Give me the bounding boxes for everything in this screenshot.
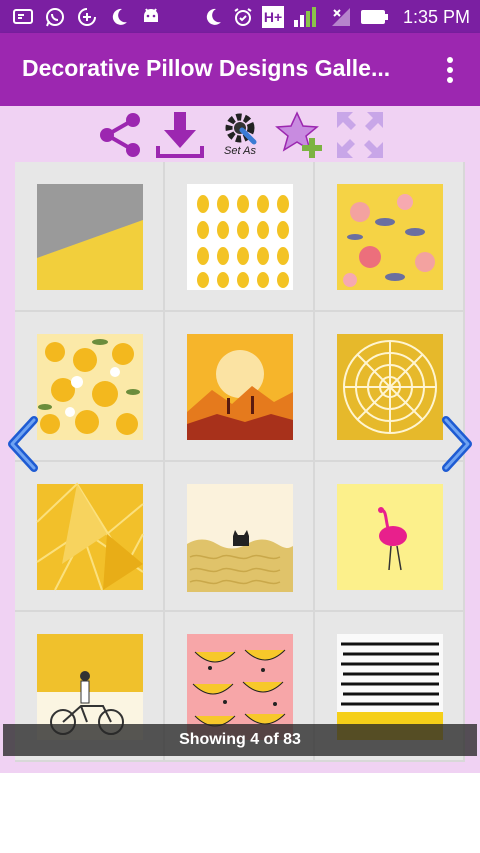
data-saver-icon: [78, 8, 96, 26]
gallery-item[interactable]: [15, 462, 163, 610]
battery-icon: [361, 10, 388, 24]
signal-icon: [294, 7, 316, 27]
gallery-item[interactable]: [165, 162, 313, 310]
status-bar: H+ 1:35 PM: [0, 0, 480, 33]
settings-wrench-icon: [225, 113, 257, 145]
download-icon[interactable]: [155, 110, 205, 160]
app-bar: Decorative Pillow Designs Galle...: [0, 33, 480, 106]
fullscreen-icon[interactable]: [335, 110, 385, 160]
gallery-item[interactable]: [165, 462, 313, 610]
whatsapp-icon: [46, 8, 64, 27]
image-gallery-grid[interactable]: [15, 162, 465, 762]
alarm-icon: [234, 8, 252, 26]
screen-cast-icon: [13, 9, 33, 24]
star-plus-icon[interactable]: [275, 110, 327, 160]
share-icon[interactable]: [97, 110, 143, 160]
chevron-right-icon[interactable]: [440, 416, 474, 472]
gallery-item[interactable]: [165, 312, 313, 460]
status-time: 1:35 PM: [402, 7, 470, 27]
set-as-label: Set As: [224, 145, 256, 157]
chevron-left-icon[interactable]: [6, 416, 40, 472]
content-area: Set As Showing 4 of 83: [0, 106, 480, 773]
gallery-item[interactable]: [15, 162, 163, 310]
more-vert-icon[interactable]: [438, 55, 462, 85]
gallery-item[interactable]: [315, 162, 463, 310]
gallery-caption: Showing 4 of 83: [3, 724, 477, 756]
moon-icon: [112, 8, 127, 25]
do-not-disturb-icon: [206, 8, 221, 25]
network-type-icon: H+: [262, 6, 284, 28]
no-signal-icon: [332, 8, 350, 26]
gallery-item[interactable]: [315, 462, 463, 610]
set-as-button[interactable]: Set As: [218, 110, 262, 160]
app-title: Decorative Pillow Designs Galle...: [22, 55, 391, 81]
android-icon: [144, 8, 158, 22]
